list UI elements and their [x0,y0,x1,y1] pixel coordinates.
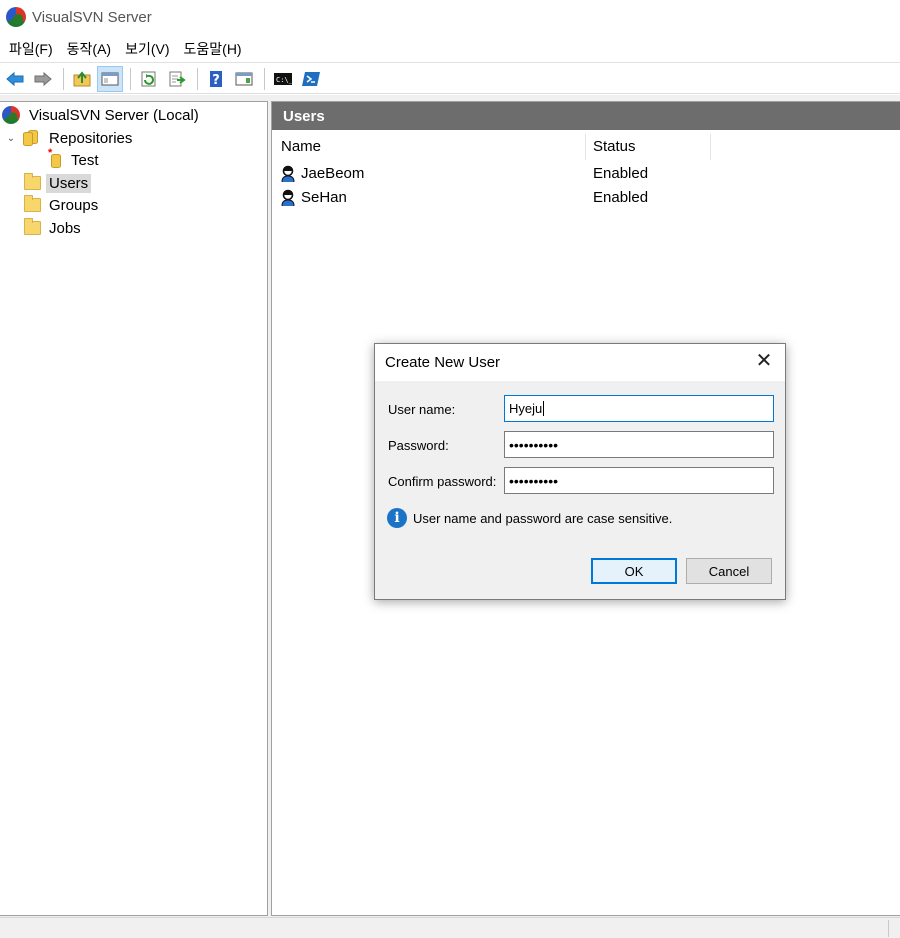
show-action-pane-button[interactable] [231,66,257,92]
username-input[interactable]: Hyeju [504,395,774,422]
confirm-password-input[interactable]: •••••••••• [504,467,774,494]
create-new-user-dialog: Create New User ✕ User name: Hyeju Passw… [374,343,786,600]
column-header-name[interactable]: Name [281,138,321,155]
arrow-left-icon [6,71,24,86]
svg-text:C:\_: C:\_ [276,76,292,84]
toolbar: ? C:\_ [0,64,900,94]
help-button[interactable]: ? [203,66,229,92]
user-icon [281,165,295,182]
action-pane-icon [235,72,253,85]
user-name: SeHan [301,189,347,206]
column-divider[interactable] [585,134,586,160]
refresh-icon [141,71,156,86]
cancel-button[interactable]: Cancel [686,558,772,584]
toolbar-separator [197,67,198,90]
toolbar-separator [264,67,265,90]
confirm-password-label: Confirm password: [388,474,497,489]
window-title: VisualSVN Server [32,8,152,26]
table-row[interactable]: JaeBeom Enabled [272,162,900,186]
tree-item-root[interactable]: VisualSVN Server (Local) [2,104,202,126]
powershell-button[interactable] [298,66,324,92]
svg-text:?: ? [212,73,220,87]
tree-item-repo-test[interactable]: * Test [48,147,102,171]
arrow-right-icon [34,71,52,86]
user-icon [281,189,295,206]
back-button[interactable] [2,66,28,92]
console-tree: VisualSVN Server (Local) ⌄ Repositories … [0,101,268,916]
status-bar [0,917,900,938]
tree-item-users[interactable]: Users [24,172,92,194]
folder-icon [24,195,41,212]
folder-icon [24,218,41,235]
show-hide-console-tree-button[interactable] [97,65,123,92]
terminal-icon: C:\_ [274,72,292,85]
info-icon: i [387,508,407,528]
folder-up-icon [73,70,91,86]
console-tree-icon [101,72,119,85]
toolbar-separator [130,67,131,90]
user-status: Enabled [593,189,649,206]
tree-item-jobs[interactable]: Jobs [24,217,84,239]
user-status: Enabled [593,165,649,182]
password-label: Password: [388,438,449,453]
column-divider[interactable] [710,134,711,160]
title-bar: VisualSVN Server [0,0,900,34]
dialog-title-bar: Create New User ✕ [375,344,785,381]
toolbar-separator [63,67,64,90]
ok-button[interactable]: OK [591,558,677,584]
menu-bar: 파일(F) 동작(A) 보기(V) 도움말(H) [0,35,900,63]
refresh-button[interactable] [136,66,162,92]
dialog-title: Create New User [385,354,501,371]
column-headers: Name Status [272,130,900,162]
password-input[interactable]: •••••••••• [504,431,774,458]
repositories-icon [22,130,40,146]
up-folder-button[interactable] [69,66,95,92]
repository-icon: * [48,147,62,168]
menu-action[interactable]: 동작(A) [60,39,118,59]
panel-header: Users [272,102,900,130]
user-name: JaeBeom [301,165,365,182]
column-header-status[interactable]: Status [593,138,636,155]
text-caret [543,401,545,416]
visualsvn-logo-icon [6,7,26,27]
username-label: User name: [388,402,456,417]
menu-help[interactable]: 도움말(H) [177,39,249,59]
powershell-icon [302,71,320,86]
export-icon [169,71,186,86]
forward-button[interactable] [30,66,56,92]
command-prompt-button[interactable]: C:\_ [270,66,296,92]
tree-item-groups[interactable]: Groups [24,194,101,216]
help-icon: ? [210,70,222,87]
menu-file[interactable]: 파일(F) [2,39,60,59]
tree-item-repositories[interactable]: ⌄ Repositories [4,127,135,149]
menu-view[interactable]: 보기(V) [118,39,176,59]
folder-icon [24,173,41,190]
chevron-down-icon[interactable]: ⌄ [4,133,18,144]
status-bar-divider [888,920,889,937]
info-message: i User name and password are case sensit… [387,508,672,528]
close-icon[interactable]: ✕ [755,351,773,371]
visualsvn-logo-icon [2,106,20,124]
export-list-button[interactable] [164,66,190,92]
table-row[interactable]: SeHan Enabled [272,186,900,210]
